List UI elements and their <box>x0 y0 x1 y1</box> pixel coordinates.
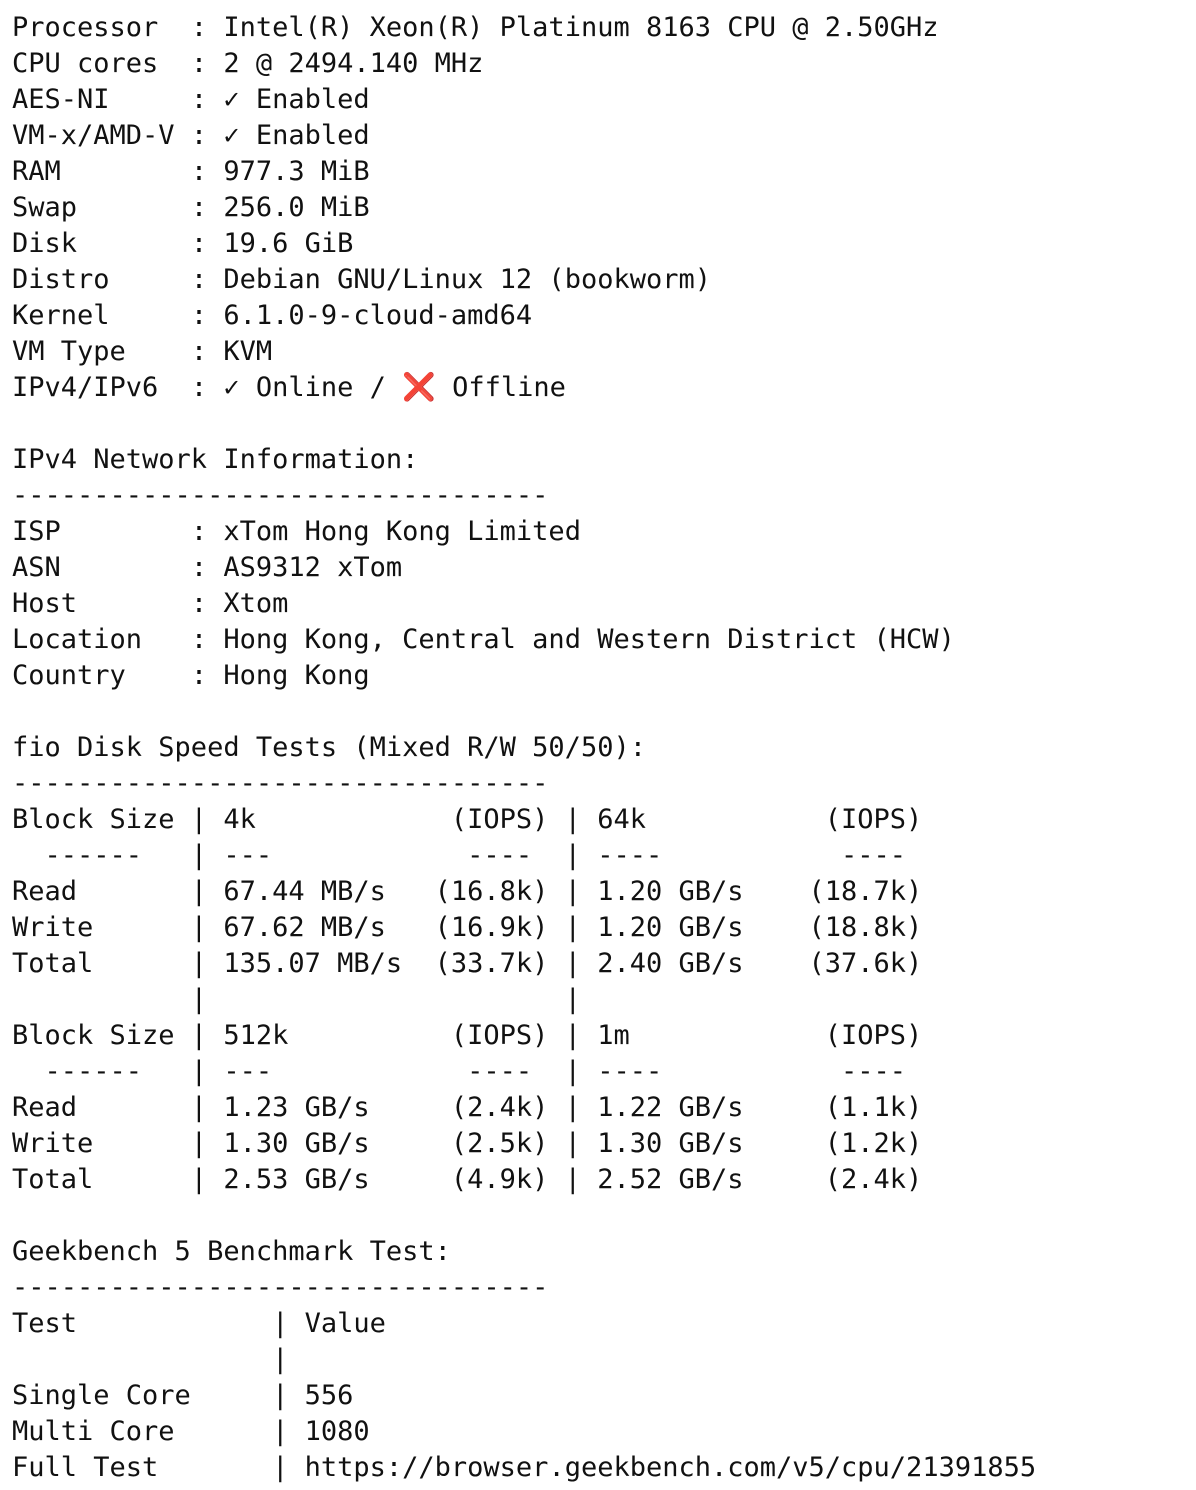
ipv4-status: Online <box>255 372 354 403</box>
geekbench-table-header: Test | Value <box>12 1308 386 1339</box>
sysinfo-row-aes-ni: AES-NI : ✓ Enabled <box>12 84 370 115</box>
row-value: AS9312 xTom <box>223 552 403 583</box>
fio-table-rule-2: ------ | --- ---- | ---- ---- <box>12 1056 907 1087</box>
geekbench-row-single-core: Single Core | 556 <box>12 1380 354 1411</box>
network-row-asn: ASN : AS9312 xTom <box>12 552 403 583</box>
fio-table-row-write-2: Write | 1.30 GB/s (2.5k) | 1.30 GB/s (1.… <box>12 1128 923 1159</box>
geekbench-row-full-test: Full Test | https://browser.geekbench.co… <box>12 1452 1037 1483</box>
geekbench-section-title: Geekbench 5 Benchmark Test: <box>12 1236 451 1267</box>
sysinfo-row-ip: IPv4/IPv6 : ✓ Online / ❌ Offline <box>12 372 566 403</box>
cross-mark-icon: ❌ <box>402 372 436 403</box>
row-label: Kernel <box>12 300 191 331</box>
row-value: 1080 <box>304 1416 370 1447</box>
row-label: Swap <box>12 192 191 223</box>
row-label: Multi Core <box>12 1416 273 1447</box>
row-label: VM Type <box>12 336 191 367</box>
sysinfo-row-cpu-cores: CPU cores : 2 @ 2494.140 MHz <box>12 48 484 79</box>
row-label: Full Test <box>12 1452 273 1483</box>
terminal-output: Processor : Intel(R) Xeon(R) Platinum 81… <box>12 10 1188 1486</box>
row-value: Intel(R) Xeon(R) Platinum 8163 CPU @ 2.5… <box>223 12 939 43</box>
fio-divider: --------------------------------- <box>12 768 549 799</box>
row-value: Hong Kong <box>223 660 370 691</box>
row-value: Enabled <box>255 120 370 151</box>
network-divider: --------------------------------- <box>12 480 549 511</box>
row-label: RAM <box>12 156 191 187</box>
row-value: 6.1.0-9-cloud-amd64 <box>223 300 533 331</box>
fio-section-title: fio Disk Speed Tests (Mixed R/W 50/50): <box>12 732 646 763</box>
fio-table-row-write-1: Write | 67.62 MB/s (16.9k) | 1.20 GB/s (… <box>12 912 923 943</box>
row-value: Debian GNU/Linux 12 (bookworm) <box>223 264 711 295</box>
sysinfo-row-distro: Distro : Debian GNU/Linux 12 (bookworm) <box>12 264 711 295</box>
row-label: VM-x/AMD-V <box>12 120 191 151</box>
row-label: Disk <box>12 228 191 259</box>
row-label: Single Core <box>12 1380 273 1411</box>
fio-table-row-total-2: Total | 2.53 GB/s (4.9k) | 2.52 GB/s (2.… <box>12 1164 923 1195</box>
sysinfo-row-disk: Disk : 19.6 GiB <box>12 228 354 259</box>
sysinfo-row-kernel: Kernel : 6.1.0-9-cloud-amd64 <box>12 300 533 331</box>
network-row-country: Country : Hong Kong <box>12 660 370 691</box>
row-label: Distro <box>12 264 191 295</box>
fio-table-spacer: | | <box>12 984 581 1015</box>
row-value: Enabled <box>255 84 370 115</box>
fio-table-header-1: Block Size | 4k (IOPS) | 64k (IOPS) <box>12 804 923 835</box>
ipv6-status: Offline <box>452 372 566 403</box>
row-value: 19.6 GiB <box>223 228 354 259</box>
status-separator: / <box>369 372 386 403</box>
row-value: Hong Kong, Central and Western District … <box>223 624 955 655</box>
check-mark-icon: ✓ <box>223 120 240 151</box>
row-label: IPv4/IPv6 <box>12 372 191 403</box>
geekbench-row-multi-core: Multi Core | 1080 <box>12 1416 370 1447</box>
check-mark-icon: ✓ <box>223 84 240 115</box>
row-label: ISP <box>12 516 191 547</box>
sysinfo-row-vm-type: VM Type : KVM <box>12 336 273 367</box>
network-row-location: Location : Hong Kong, Central and Wester… <box>12 624 955 655</box>
sysinfo-row-swap: Swap : 256.0 MiB <box>12 192 370 223</box>
network-section-title: IPv4 Network Information: <box>12 444 419 475</box>
network-row-isp: ISP : xTom Hong Kong Limited <box>12 516 581 547</box>
row-label: Processor <box>12 12 191 43</box>
geekbench-divider: --------------------------------- <box>12 1272 549 1303</box>
full-test-link[interactable]: https://browser.geekbench.com/v5/cpu/213… <box>305 1452 1037 1483</box>
check-mark-icon: ✓ <box>223 372 240 403</box>
fio-table-row-total-1: Total | 135.07 MB/s (33.7k) | 2.40 GB/s … <box>12 948 923 979</box>
row-value: 977.3 MiB <box>223 156 370 187</box>
row-value: 256.0 MiB <box>223 192 370 223</box>
row-label: AES-NI <box>12 84 191 115</box>
row-value: 556 <box>304 1380 354 1411</box>
row-label: Country <box>12 660 191 691</box>
fio-table-rule-1: ------ | --- ---- | ---- ---- <box>12 840 907 871</box>
row-label: CPU cores <box>12 48 191 79</box>
fio-table-row-read-2: Read | 1.23 GB/s (2.4k) | 1.22 GB/s (1.1… <box>12 1092 923 1123</box>
fio-table-row-read-1: Read | 67.44 MB/s (16.8k) | 1.20 GB/s (1… <box>12 876 923 907</box>
row-label: ASN <box>12 552 191 583</box>
row-value: xTom Hong Kong Limited <box>223 516 581 547</box>
row-value: 2 @ 2494.140 MHz <box>223 48 484 79</box>
sysinfo-row-vmx: VM-x/AMD-V : ✓ Enabled <box>12 120 370 151</box>
fio-table-header-2: Block Size | 512k (IOPS) | 1m (IOPS) <box>12 1020 923 1051</box>
row-label: Host <box>12 588 191 619</box>
row-value: KVM <box>223 336 273 367</box>
sysinfo-row-ram: RAM : 977.3 MiB <box>12 156 370 187</box>
row-label: Location <box>12 624 191 655</box>
network-row-host: Host : Xtom <box>12 588 289 619</box>
row-value: Xtom <box>223 588 289 619</box>
sysinfo-row-processor: Processor : Intel(R) Xeon(R) Platinum 81… <box>12 12 939 43</box>
geekbench-table-spacer: | <box>12 1344 289 1375</box>
